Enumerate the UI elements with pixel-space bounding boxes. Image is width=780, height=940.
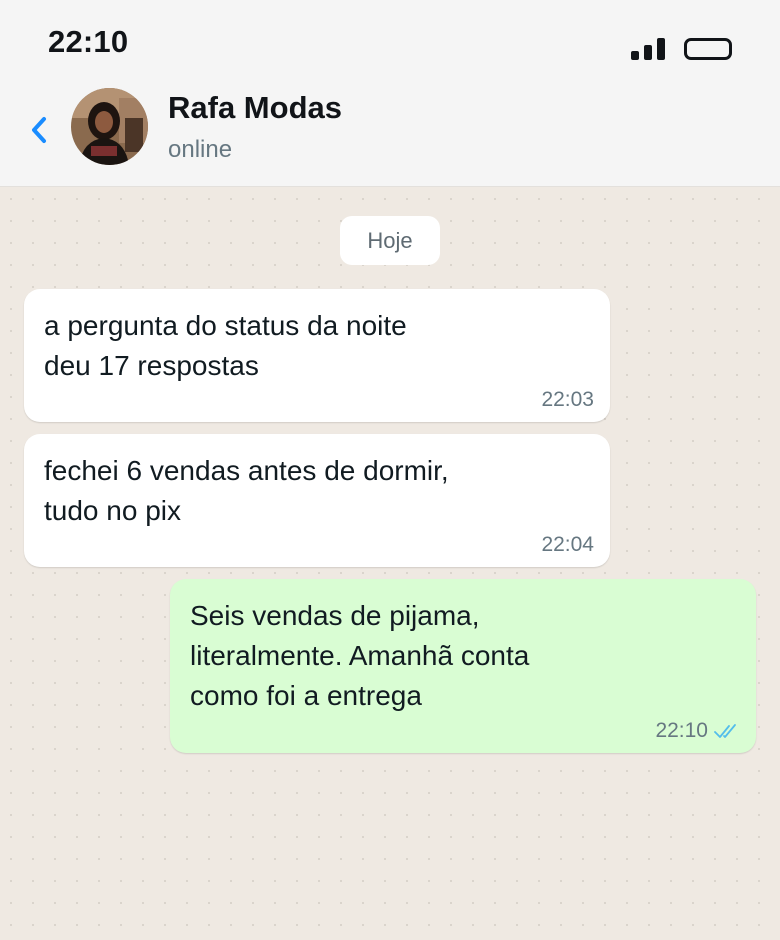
message-meta: 22:10 — [655, 719, 740, 743]
message-bubble-incoming[interactable]: fechei 6 vendas antes de dormir, tudo no… — [24, 434, 610, 567]
message-time: 22:04 — [541, 533, 594, 556]
battery-icon — [684, 38, 732, 60]
message-bubble-incoming[interactable]: a pergunta do status da noite deu 17 res… — [24, 289, 610, 422]
contact-status: online — [168, 136, 233, 163]
day-separator: Hoje — [340, 216, 440, 265]
signal-icon — [629, 38, 669, 60]
back-button[interactable] — [24, 112, 54, 148]
message-meta: 22:03 — [541, 388, 594, 412]
contact-name[interactable]: Rafa Modas — [168, 90, 342, 126]
chevron-left-icon — [32, 117, 46, 143]
double-check-icon — [714, 724, 736, 738]
chat-screen: 22:10 Rafa Modas online Hoje a pergunta … — [0, 0, 780, 940]
message-text: fechei 6 vendas antes de dormir, tudo no… — [44, 455, 449, 526]
message-text: a pergunta do status da noite deu 17 res… — [44, 310, 407, 381]
avatar[interactable] — [71, 88, 148, 165]
message-list[interactable]: Hoje a pergunta do status da noite deu 1… — [0, 188, 780, 940]
message-bubble-outgoing[interactable]: Seis vendas de pijama, literalmente. Ama… — [170, 579, 756, 753]
message-time: 22:03 — [541, 388, 594, 411]
message-text: Seis vendas de pijama, literalmente. Ama… — [190, 600, 530, 711]
status-bar-time: 22:10 — [48, 24, 129, 59]
message-time: 22:10 — [655, 719, 708, 742]
message-meta: 22:04 — [541, 533, 594, 557]
chat-header: 22:10 Rafa Modas online — [0, 0, 780, 187]
